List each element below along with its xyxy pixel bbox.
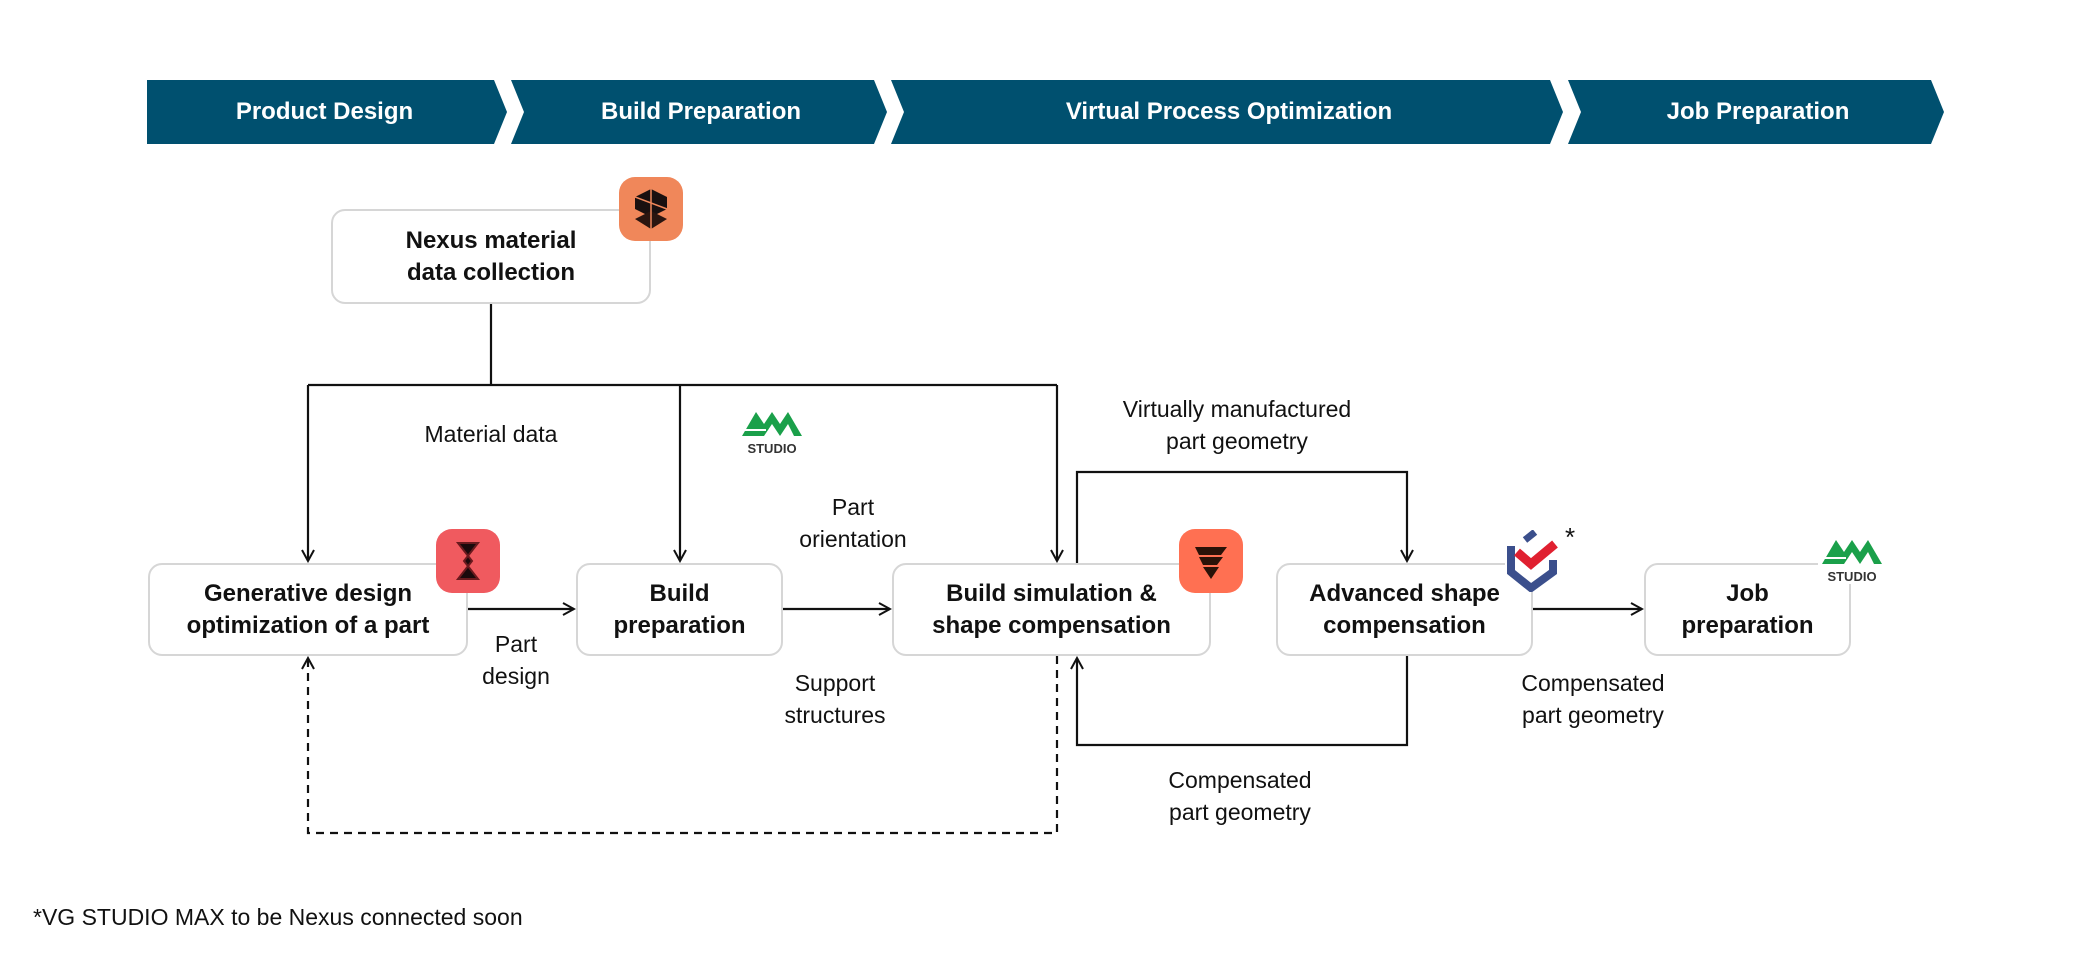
node-label: preparation — [613, 611, 746, 639]
node-label: optimization of a part — [186, 611, 430, 639]
label-line: Part — [831, 494, 875, 520]
label-line: orientation — [799, 526, 907, 552]
label-part-orientation: Part orientation — [799, 491, 906, 555]
node-nexus-material: Nexus material data collection — [331, 209, 651, 304]
node-label: Build — [649, 579, 710, 607]
simulation-icon — [1179, 529, 1243, 593]
node-build-preparation: Build preparation — [576, 563, 783, 656]
node-label: Nexus material — [405, 226, 577, 254]
label-line: Part — [494, 631, 538, 657]
edge-sim-to-generative-feedback — [308, 656, 1059, 835]
node-label: Job — [1726, 579, 1769, 607]
vgstudio-icon — [1505, 529, 1561, 594]
footnote: *VG STUDIO MAX to be Nexus connected soo… — [33, 904, 523, 930]
node-label: Generative design — [203, 579, 413, 607]
node-label: preparation — [1681, 611, 1814, 639]
asterisk-mark: * — [1565, 522, 1576, 552]
am-studio-logo: STUDIO — [1818, 538, 1886, 584]
am-studio-wordmark: STUDIO — [747, 441, 797, 456]
label-line: Support — [794, 670, 876, 696]
node-advanced-shape-compensation: Advanced shape compensation — [1276, 563, 1533, 656]
nexus-cube-icon — [619, 177, 683, 241]
am-studio-wordmark: STUDIO — [1827, 569, 1877, 584]
node-generative-design: Generative design optimization of a part — [148, 563, 468, 656]
node-label: Advanced shape — [1309, 579, 1500, 607]
label-line: part geometry — [1522, 702, 1664, 728]
label-line: structures — [784, 702, 886, 728]
label-part-design: Part design — [482, 628, 550, 692]
label-compensated-forward: Compensated part geometry — [1521, 667, 1664, 731]
label-line: part geometry — [1166, 428, 1308, 454]
edge-advanced-to-sim — [1077, 656, 1409, 747]
connectors — [0, 304, 2080, 835]
node-build-simulation: Build simulation & shape compensation — [892, 563, 1211, 656]
node-label: data collection — [406, 258, 576, 286]
label-line: part geometry — [1169, 799, 1311, 825]
am-studio-logo: STUDIO — [738, 410, 806, 456]
label-line: Virtually manufactured — [1122, 396, 1352, 422]
label-virtually-manufactured: Virtually manufactured part geometry — [1123, 393, 1351, 457]
node-label: compensation — [1323, 611, 1486, 639]
label-line: Compensated — [1168, 767, 1312, 793]
label-line: design — [482, 663, 550, 689]
label-support-structures: Support structures — [785, 667, 886, 731]
label-line: Compensated — [1521, 670, 1665, 696]
generative-design-icon — [436, 529, 500, 593]
label-material-data: Material data — [424, 421, 558, 447]
node-label: Build simulation & — [946, 579, 1157, 607]
label-compensated-back: Compensated part geometry — [1168, 764, 1311, 828]
node-label: shape compensation — [932, 611, 1171, 639]
